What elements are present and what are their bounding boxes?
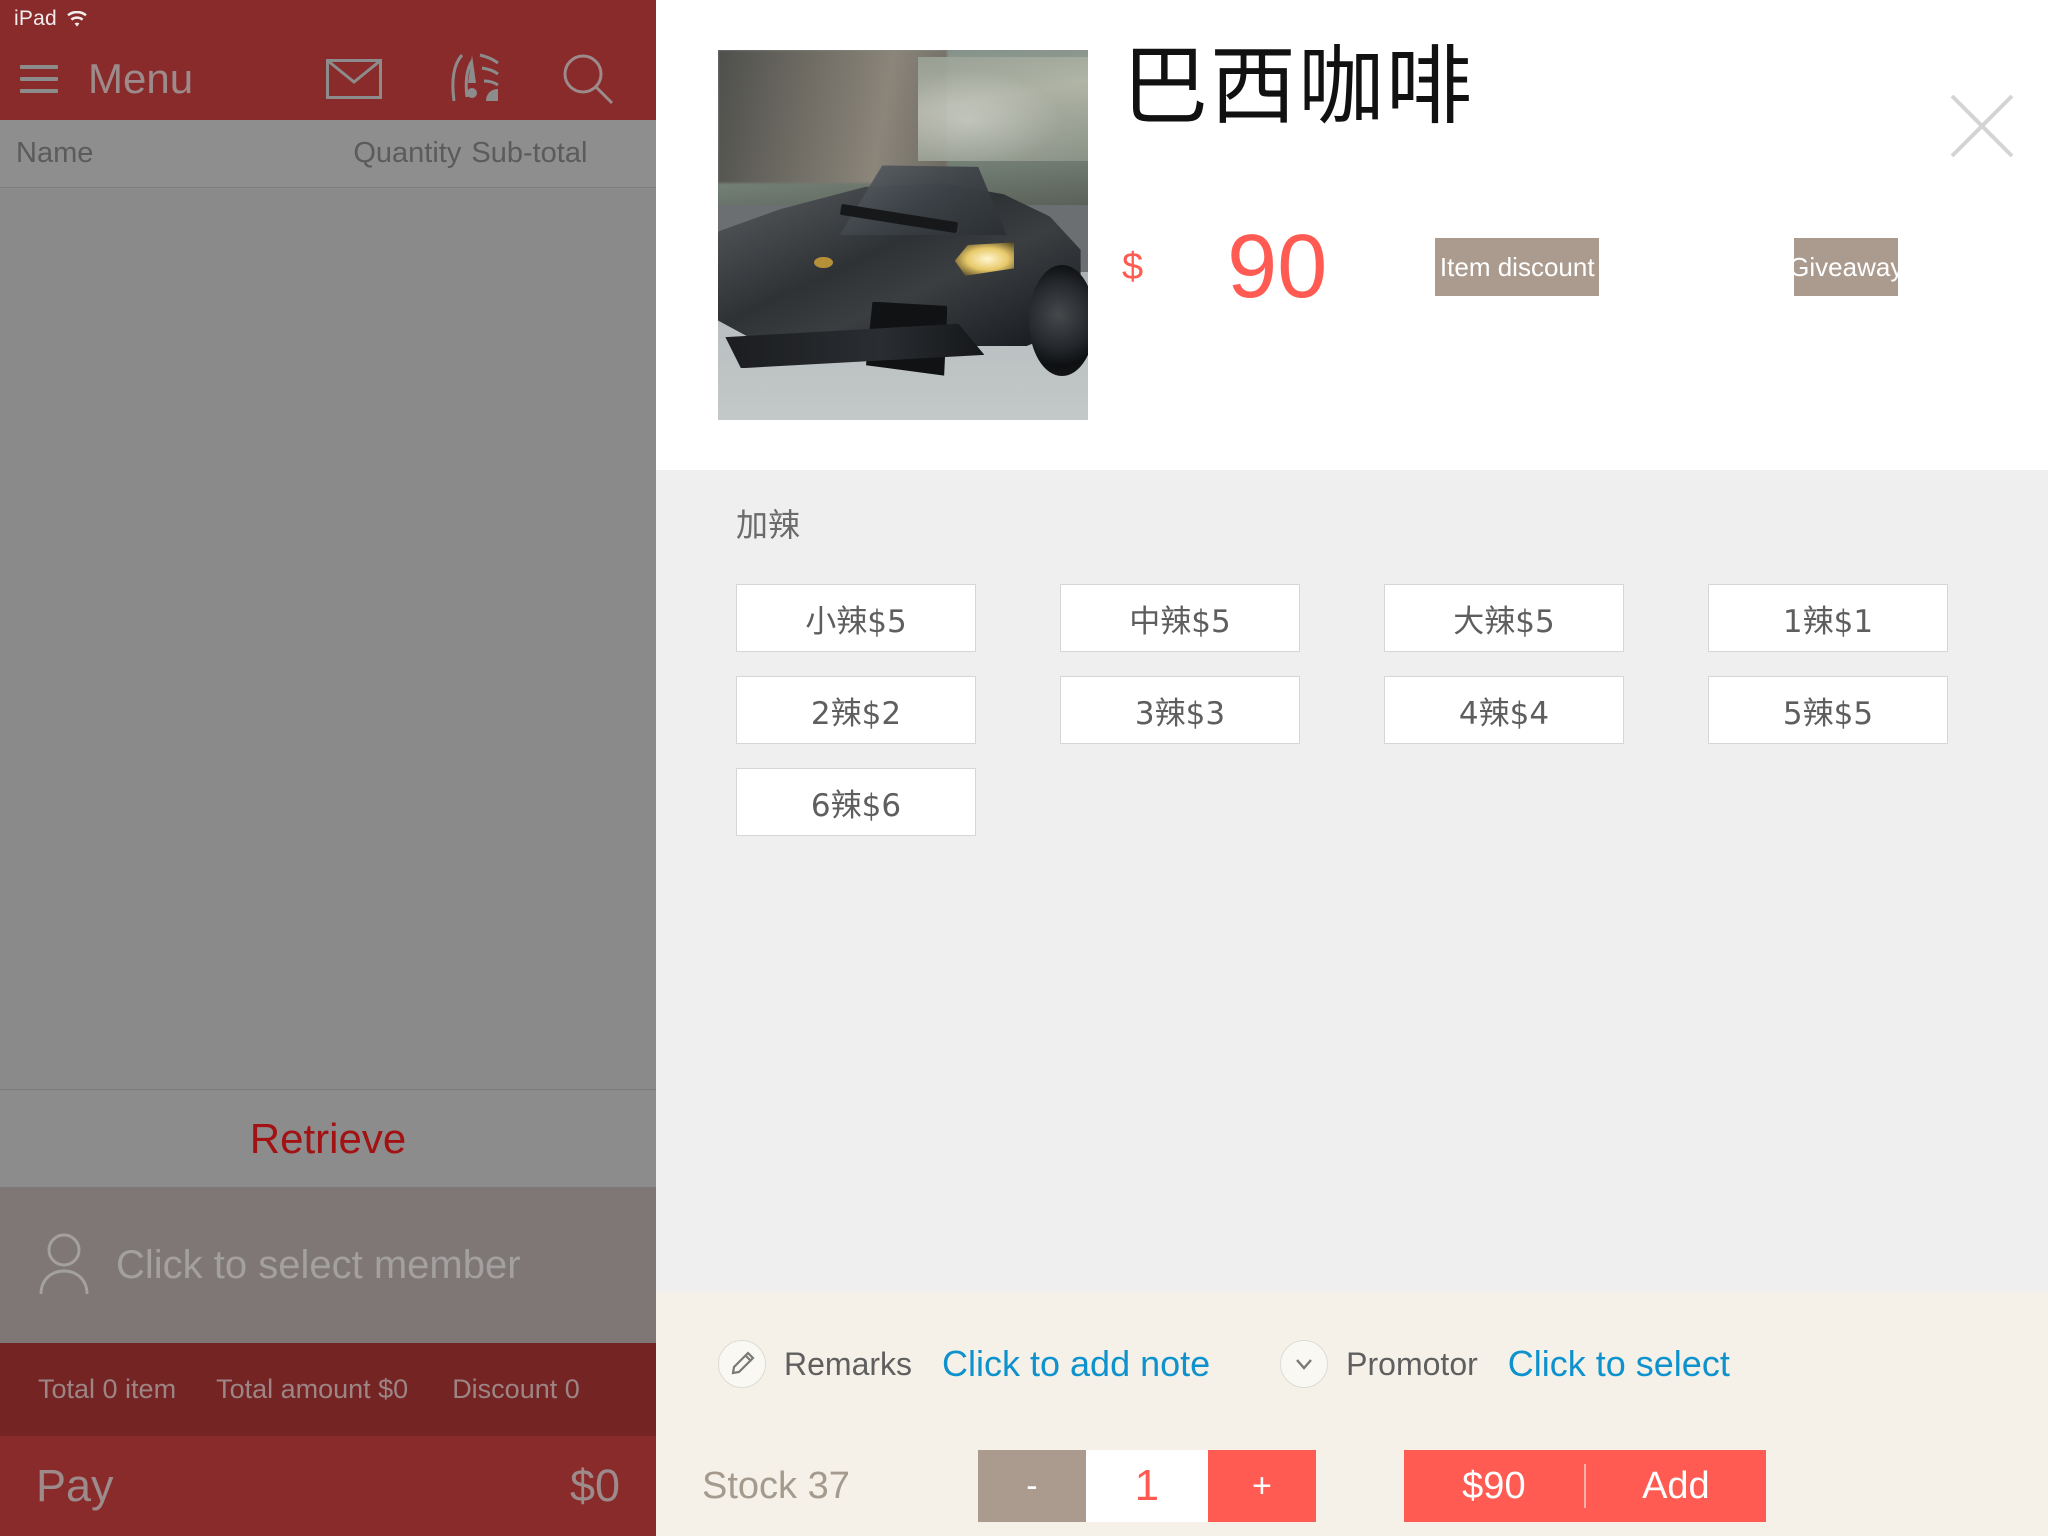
modal-action-bar: Stock 37 - 1 + $90 Add: [656, 1436, 2048, 1536]
search-icon[interactable]: [560, 51, 616, 107]
cart-panel: iPad Menu Name Quantity Sub-total Retrie…: [0, 0, 656, 1536]
ios-status-bar: iPad: [0, 0, 656, 38]
column-header-quantity: Quantity: [353, 137, 462, 169]
column-header-name: Name: [16, 137, 94, 169]
promotor-label: Promotor: [1346, 1345, 1478, 1382]
option-button[interactable]: 2辣$2: [736, 676, 976, 744]
quantity-value[interactable]: 1: [1085, 1450, 1208, 1522]
select-member-button[interactable]: Click to select member: [0, 1187, 656, 1343]
option-button[interactable]: 3辣$3: [1060, 676, 1300, 744]
cart-totals: Total 0 item Total amount $0 Discount 0: [0, 1343, 656, 1436]
option-group-title: 加辣: [736, 506, 801, 544]
cart-column-headers: Name Quantity Sub-total: [0, 120, 656, 188]
quantity-increment-button[interactable]: +: [1207, 1450, 1316, 1522]
add-to-cart-button[interactable]: $90 Add: [1403, 1450, 1766, 1522]
notification-alert-icon[interactable]: [442, 51, 500, 107]
retrieve-label: Retrieve: [249, 1114, 407, 1162]
stock-label: Stock 37: [702, 1464, 850, 1507]
product-price-row: $ 90 Item discount Giveaway: [1122, 217, 1903, 317]
product-header: 巴西咖啡 $ 90 Item discount Giveaway: [656, 0, 2048, 470]
pay-button[interactable]: Pay $0: [0, 1436, 656, 1536]
option-button[interactable]: 4辣$4: [1384, 676, 1624, 744]
product-image: [718, 50, 1088, 420]
quantity-decrement-button[interactable]: -: [977, 1450, 1086, 1522]
total-discount: Discount 0: [452, 1374, 580, 1404]
remarks-label: Remarks: [784, 1345, 913, 1382]
item-discount-button[interactable]: Item discount: [1435, 238, 1600, 296]
app-screen: iPad Menu Name Quantity Sub-total Retrie…: [0, 0, 2048, 1536]
select-promotor-link[interactable]: Click to select: [1508, 1343, 1730, 1385]
pay-amount: $0: [569, 1460, 620, 1511]
product-title: 巴西咖啡: [1122, 37, 1474, 137]
product-detail-modal: 巴西咖啡 $ 90 Item discount Giveaway 加辣 小辣$5…: [656, 0, 2048, 1536]
product-options-area: 加辣 小辣$5 中辣$5 大辣$5 1辣$1 2辣$2 3辣$3 4辣$4 5辣…: [656, 470, 2048, 1292]
cart-navbar: Menu: [0, 38, 656, 120]
option-button[interactable]: 5辣$5: [1708, 676, 1948, 744]
person-icon: [36, 1232, 92, 1299]
mail-icon[interactable]: [326, 59, 382, 99]
option-button[interactable]: 中辣$5: [1060, 584, 1300, 652]
option-button[interactable]: 小辣$5: [736, 584, 976, 652]
product-price: 90: [1227, 217, 1328, 317]
member-placeholder: Click to select member: [116, 1242, 521, 1287]
page-title: Menu: [88, 55, 194, 102]
pay-label: Pay: [36, 1460, 114, 1511]
option-grid: 小辣$5 中辣$5 大辣$5 1辣$1 2辣$2 3辣$3 4辣$4 5辣$5 …: [736, 584, 2048, 836]
add-total-amount: $90: [1462, 1464, 1526, 1507]
option-button[interactable]: 1辣$1: [1708, 584, 1948, 652]
close-icon[interactable]: [1946, 90, 2018, 162]
total-amount: Total amount $0: [216, 1374, 409, 1404]
giveaway-button[interactable]: Giveaway: [1789, 238, 1903, 296]
notes-and-promotor-bar: Remarks Click to add note Promotor Click…: [656, 1292, 2048, 1436]
navbar-icon-group: [326, 51, 656, 107]
add-label: Add: [1642, 1464, 1710, 1507]
column-header-subtotal: Sub-total: [471, 137, 588, 169]
wifi-icon: [65, 10, 89, 28]
option-button[interactable]: 大辣$5: [1384, 584, 1624, 652]
add-note-link[interactable]: Click to add note: [942, 1343, 1210, 1385]
total-item-count: Total 0 item: [38, 1374, 177, 1404]
cart-item-list[interactable]: [0, 189, 656, 1090]
currency-symbol: $: [1122, 245, 1144, 288]
retrieve-button[interactable]: Retrieve: [0, 1090, 656, 1187]
status-bar-device-label: iPad: [14, 7, 57, 30]
hamburger-icon[interactable]: [20, 65, 58, 93]
option-button[interactable]: 6辣$6: [736, 768, 976, 836]
quantity-stepper: - 1 +: [977, 1450, 1316, 1522]
chevron-down-icon[interactable]: [1280, 1340, 1329, 1388]
pencil-icon[interactable]: [718, 1340, 766, 1388]
